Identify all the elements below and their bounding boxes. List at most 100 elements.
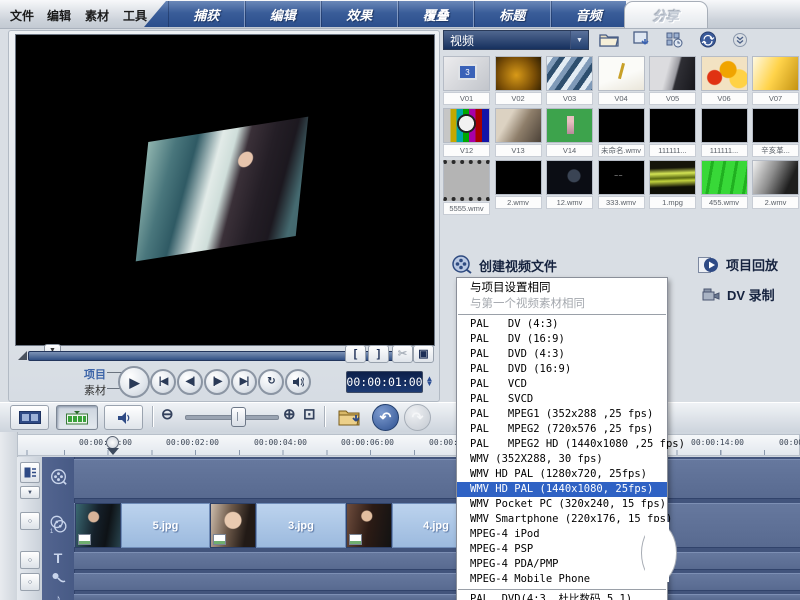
menu-item[interactable]: MPEG-4 PSP <box>457 542 667 557</box>
trim-handle-left[interactable] <box>18 351 27 360</box>
gallery-item[interactable]: 455.wmv <box>700 160 748 209</box>
timeline-clip[interactable]: 5.jpg <box>121 503 210 548</box>
title-track-icon[interactable]: T <box>42 550 74 566</box>
menu-item[interactable]: WMV Pocket PC (320x240, 15 fps) <box>457 497 667 512</box>
menu-file[interactable]: 文件 <box>10 7 34 24</box>
gallery-category-dropdown[interactable]: 视频 ▼ <box>443 30 589 50</box>
swap-refresh-button[interactable] <box>695 29 721 50</box>
menu-edit[interactable]: 编辑 <box>47 7 71 24</box>
load-video-button[interactable] <box>629 29 655 50</box>
gallery-item[interactable]: 未命名.wmv <box>597 108 645 157</box>
enlarge-preview-button[interactable]: ▣ <box>413 345 434 363</box>
next-frame-button[interactable]: |▶ <box>204 369 230 395</box>
gallery-item[interactable]: 1.mpg <box>649 160 696 209</box>
create-video-file-button[interactable]: 创建视频文件 <box>452 255 557 275</box>
gallery-item[interactable]: 111111... <box>649 108 696 157</box>
open-folder-button[interactable] <box>596 29 622 50</box>
gallery-item[interactable]: V03 <box>546 56 593 105</box>
gallery-item[interactable]: V04 <box>597 56 645 105</box>
tab-overlay[interactable]: 覆叠 <box>397 1 474 27</box>
menu-item[interactable]: PAL SVCD <box>457 392 667 407</box>
menu-item[interactable]: MPEG-4 iPod <box>457 527 667 542</box>
gallery-item[interactable]: 111111... <box>700 108 748 157</box>
timeline-view-button[interactable] <box>56 405 98 430</box>
menu-item[interactable]: PAL DV (4:3) <box>457 317 667 332</box>
menu-clip[interactable]: 素材 <box>85 7 109 24</box>
fit-project-button[interactable]: ⊡ <box>303 407 316 422</box>
menu-item[interactable]: WMV Smartphone (220x176, 15 fps) <box>457 512 672 527</box>
tab-capture[interactable]: 捕获 <box>168 1 245 27</box>
play-button[interactable]: ▶ <box>118 366 150 398</box>
clip-thumbnail[interactable] <box>210 503 256 548</box>
gallery-item[interactable]: 12.wmv <box>546 160 593 209</box>
tab-edit[interactable]: 编辑 <box>244 1 321 27</box>
zoom-in-button[interactable]: ⊕ <box>283 407 296 422</box>
home-button[interactable]: |◀ <box>150 369 176 395</box>
clip-thumbnail[interactable] <box>75 503 121 548</box>
tab-effect[interactable]: 效果 <box>321 1 398 27</box>
gallery-item[interactable]: 2.wmv <box>494 160 542 209</box>
overlay-track-toggle[interactable]: ○ <box>20 512 40 530</box>
mark-out-button[interactable]: ] <box>368 345 389 363</box>
track-manager-button[interactable] <box>20 462 40 483</box>
timeline-clip[interactable]: 3.jpg <box>256 503 346 548</box>
gallery-item[interactable]: 333.wmv <box>597 160 645 209</box>
redo-button[interactable]: ↷ <box>404 404 431 431</box>
menu-tools[interactable]: 工具 <box>123 7 147 24</box>
storyboard-view-button[interactable] <box>10 405 49 430</box>
project-playback-button[interactable]: 项目回放 <box>698 255 778 274</box>
voice-track-icon[interactable] <box>42 572 74 585</box>
menu-item[interactable]: PAL MPEG2 HD (1440x1080 ,25 fps) <box>457 437 685 452</box>
volume-button[interactable] <box>285 369 311 395</box>
menu-item[interactable]: PAL DVD (16:9) <box>457 362 667 377</box>
overlay-track-icon[interactable]: 1 <box>42 515 74 534</box>
collapse-tracks-button[interactable]: ▼ <box>20 486 40 499</box>
menu-item[interactable]: PAL VCD <box>457 377 667 392</box>
gallery-item[interactable]: 5555.wmv <box>443 160 490 215</box>
menu-item-selected[interactable]: WMV HD PAL (1440x1080, 25fps) <box>457 482 667 497</box>
music-track-icon[interactable]: ♪ <box>42 593 74 600</box>
clip-thumbnail[interactable] <box>346 503 392 548</box>
menu-item[interactable]: PAL MPEG2 (720x576 ,25 fps) <box>457 422 667 437</box>
gallery-item[interactable]: V02 <box>494 56 542 105</box>
timecode-spinner[interactable]: ▲ ▼ <box>424 370 435 392</box>
tab-audio[interactable]: 音频 <box>550 1 627 27</box>
gallery-item[interactable]: V01 <box>443 56 490 105</box>
menu-item[interactable]: PAL MPEG1 (352x288 ,25 fps) <box>457 407 667 422</box>
dv-record-button[interactable]: DV 录制 <box>702 285 775 304</box>
music-track-row[interactable] <box>74 594 800 600</box>
gallery-item[interactable]: 辛亥革... <box>752 108 799 157</box>
gallery-item[interactable]: V14 <box>546 108 593 157</box>
collapse-gallery-button[interactable] <box>727 29 753 50</box>
mode-clip-label[interactable]: 素材 <box>84 382 106 398</box>
menu-item[interactable]: PAL DV (16:9) <box>457 332 667 347</box>
gallery-item[interactable]: V12 <box>443 108 490 157</box>
gallery-item[interactable]: V05 <box>649 56 696 105</box>
menu-item[interactable]: 与项目设置相同 <box>457 280 667 296</box>
gallery-item[interactable]: V07 <box>752 56 799 105</box>
video-track-row[interactable] <box>74 459 800 499</box>
menu-item[interactable]: PAL DVD(4:3, 杜比数码 5.1) <box>457 592 667 600</box>
menu-item[interactable]: WMV (352X288, 30 fps) <box>457 452 667 467</box>
gallery-item[interactable]: 2.wmv <box>752 160 799 209</box>
voice-track-row[interactable] <box>74 573 800 591</box>
voice-track-toggle[interactable]: ○ <box>20 573 40 591</box>
tab-title[interactable]: 标题 <box>474 1 551 27</box>
insert-media-button[interactable] <box>334 405 365 428</box>
gallery-item[interactable]: V06 <box>700 56 748 105</box>
zoom-out-button[interactable]: ⊖ <box>161 407 174 422</box>
cut-clip-button[interactable]: ✂ <box>392 345 413 363</box>
menu-item[interactable]: WMV HD PAL (1280x720, 25fps) <box>457 467 667 482</box>
undo-button[interactable]: ↶ <box>372 404 399 431</box>
zoom-slider-thumb[interactable] <box>231 407 246 427</box>
title-track-row[interactable] <box>74 552 800 570</box>
menu-item[interactable]: MPEG-4 Mobile Phone <box>457 572 667 587</box>
sort-options-button[interactable] <box>662 29 688 50</box>
playhead[interactable] <box>104 436 120 456</box>
repeat-button[interactable]: ↻ <box>258 369 284 395</box>
audio-view-button[interactable] <box>104 405 143 430</box>
title-track-toggle[interactable]: ○ <box>20 551 40 569</box>
menu-item[interactable]: MPEG-4 PDA/PMP <box>457 557 667 572</box>
timecode-display[interactable]: 00:00:01:00 <box>346 371 423 393</box>
prev-frame-button[interactable]: ◀| <box>177 369 203 395</box>
